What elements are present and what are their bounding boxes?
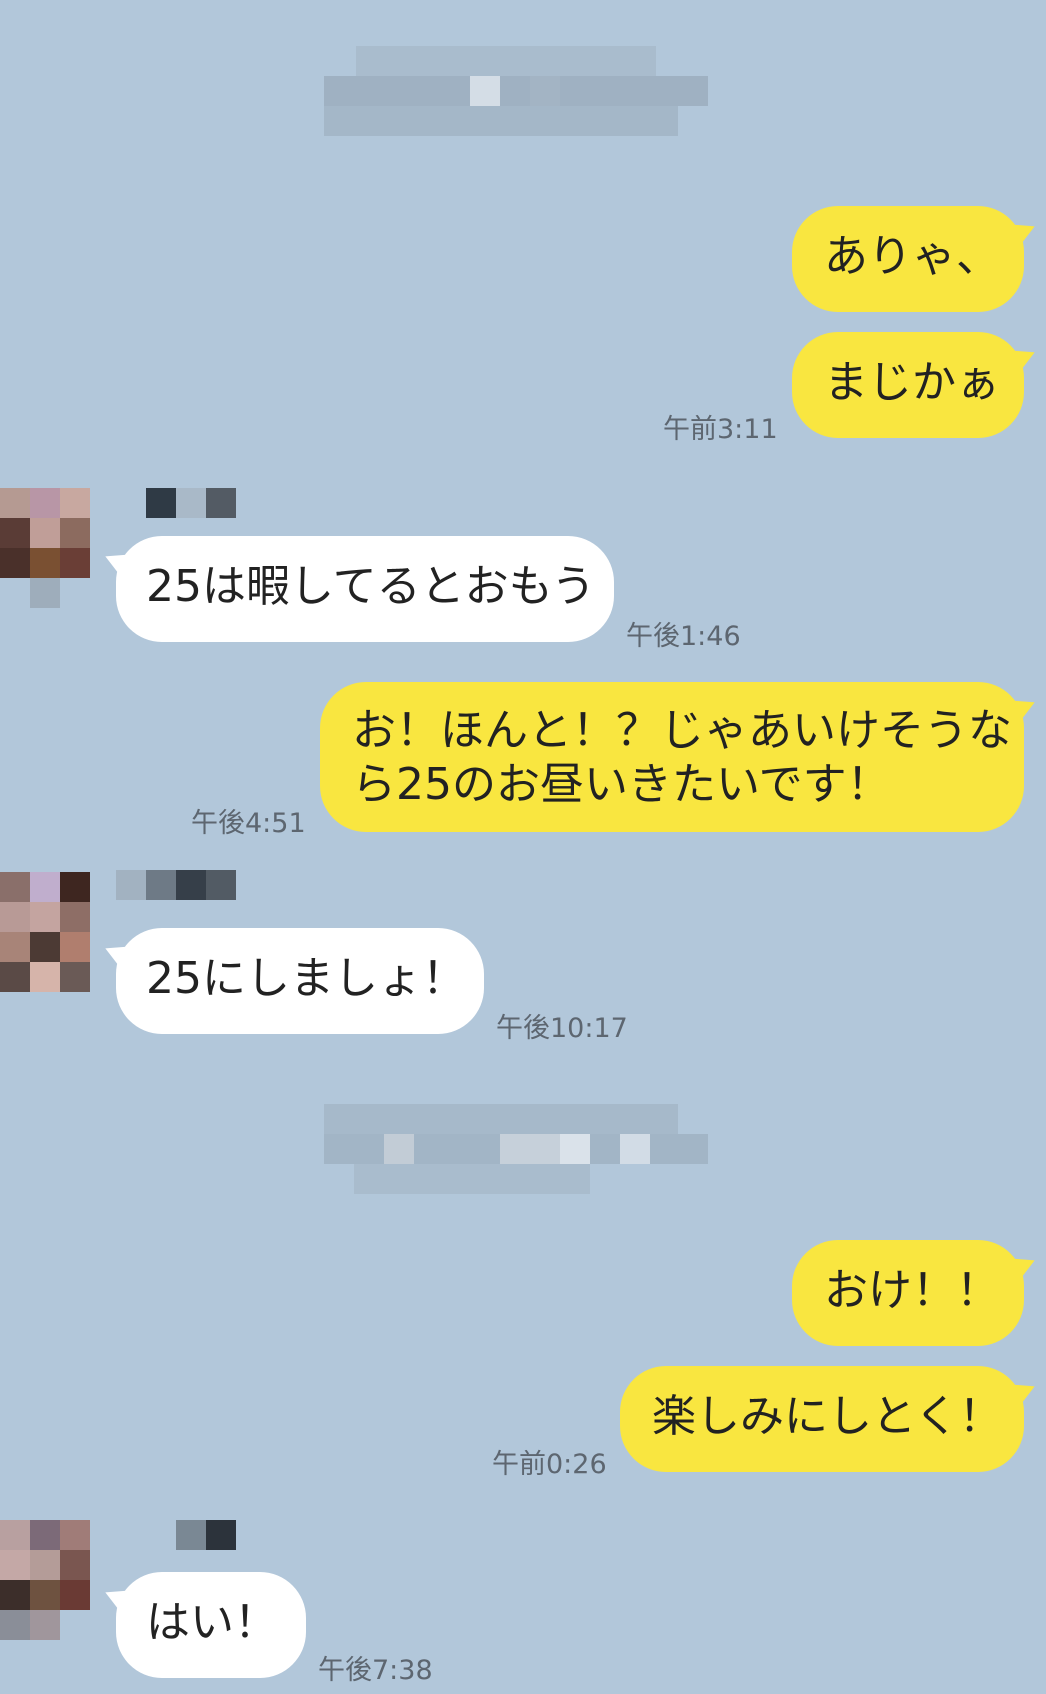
message-text: 25は暇してるとおもう	[146, 561, 596, 612]
my-message-bubble[interactable]: まじかぁ	[792, 332, 1024, 438]
message-timestamp: 午前0:26	[492, 1449, 607, 1480]
their-message-bubble[interactable]: 25は暇してるとおもう	[116, 536, 614, 642]
avatar[interactable]	[0, 872, 90, 992]
sender-name-blurred	[146, 488, 236, 518]
message-timestamp: 午後4:51	[191, 808, 306, 839]
message-text: まじかぁ	[824, 357, 1000, 408]
message-text: 楽しみにしとく！	[652, 1391, 1003, 1442]
date-separator-blurred	[324, 1104, 708, 1194]
sender-name-blurred	[116, 870, 236, 900]
date-separator-blurred	[324, 46, 708, 136]
message-text-line: お！ほんと！？じゃあいけそうな	[352, 705, 1012, 756]
message-text: ありゃ、	[824, 231, 1000, 282]
their-message-bubble[interactable]: 25にしましょ！	[116, 928, 484, 1034]
avatar[interactable]	[0, 488, 90, 608]
sender-name-blurred	[176, 1520, 236, 1550]
message-text: 25にしましょ！	[146, 953, 466, 1004]
message-text-line: ら25のお昼いきたいです！	[352, 759, 891, 810]
message-timestamp: 午後10:17	[496, 1013, 628, 1044]
message-text: はい！	[146, 1597, 278, 1648]
chat-area: ありゃ、 まじかぁ 午前3:11 25は暇してるとおもう 午後1:46 お！ほん…	[0, 0, 1046, 1694]
their-message-bubble[interactable]: はい！	[116, 1572, 306, 1678]
message-timestamp: 午後7:38	[318, 1655, 433, 1686]
message-timestamp: 午後1:46	[626, 621, 741, 652]
avatar[interactable]	[0, 1520, 90, 1640]
my-message-bubble[interactable]: おけ！！	[792, 1240, 1024, 1346]
message-timestamp: 午前3:11	[663, 414, 778, 445]
message-text: おけ！！	[824, 1265, 1000, 1316]
my-message-bubble[interactable]: お！ほんと！？じゃあいけそうな ら25のお昼いきたいです！	[320, 682, 1024, 832]
my-message-bubble[interactable]: 楽しみにしとく！	[620, 1366, 1024, 1472]
my-message-bubble[interactable]: ありゃ、	[792, 206, 1024, 312]
